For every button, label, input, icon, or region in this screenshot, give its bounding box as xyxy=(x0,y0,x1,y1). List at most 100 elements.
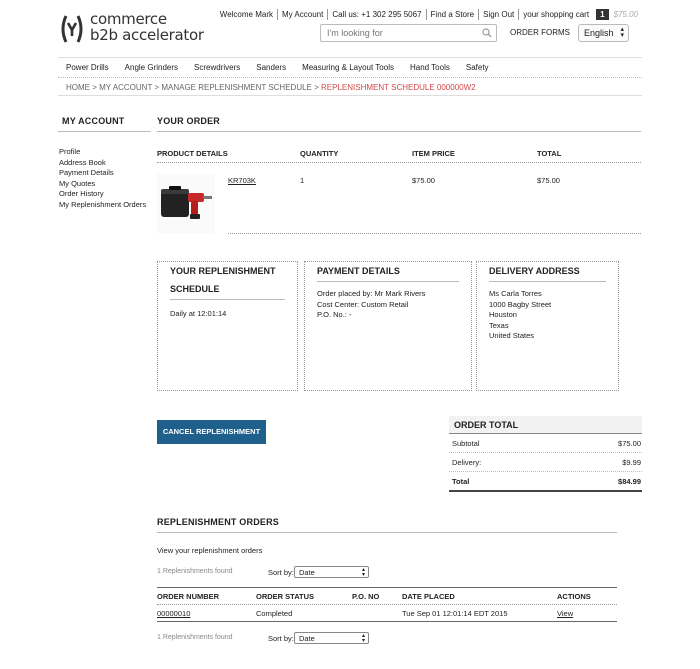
order-total-panel: ORDER TOTAL Subtotal $75.00 Delivery: $9… xyxy=(449,416,642,492)
search-input[interactable] xyxy=(327,26,477,40)
my-account-link[interactable]: My Account xyxy=(276,9,327,20)
breadcrumb-separator: > xyxy=(154,83,160,92)
order-forms-link[interactable]: ORDER FORMS xyxy=(510,28,570,37)
cart-total: $75.00 xyxy=(613,10,638,19)
select-arrows-icon: ▴ ▾ xyxy=(361,633,365,644)
language-value: English xyxy=(584,28,614,38)
subtotal-value: $75.00 xyxy=(618,438,641,448)
item-quantity: 1 xyxy=(300,176,305,185)
col-actions: ACTIONS xyxy=(557,592,591,601)
breadcrumb-home[interactable]: HOME xyxy=(66,83,90,92)
logo-icon xyxy=(61,15,83,43)
your-order-section: YOUR ORDER xyxy=(157,115,641,132)
delivery-address-box: DELIVERY ADDRESS Ms Carla Torres 1000 Ba… xyxy=(476,261,619,391)
sidebar-item-replenishment-orders[interactable]: My Replenishment Orders xyxy=(59,200,151,211)
product-image[interactable] xyxy=(157,174,215,233)
delivery-value: $9.99 xyxy=(622,457,641,467)
cancel-replenishment-button[interactable]: CANCEL REPLENISHMENT xyxy=(157,420,266,444)
col-date-placed: DATE PLACED xyxy=(402,592,455,601)
nav-item-sanders[interactable]: Sanders xyxy=(248,63,294,72)
sidebar-item-address-book[interactable]: Address Book xyxy=(59,158,151,169)
nav-item-measuring-layout-tools[interactable]: Measuring & Layout Tools xyxy=(294,63,402,72)
schedule-title-line2: SCHEDULE xyxy=(170,284,220,294)
category-nav: Power Drills Angle Grinders Screwdrivers… xyxy=(58,57,642,78)
find-store-link[interactable]: Find a Store xyxy=(425,9,479,20)
account-sidebar: MY ACCOUNT Profile Address Book Payment … xyxy=(58,115,151,210)
table-row: 00000010 Completed Tue Sep 01 12:01:14 E… xyxy=(157,605,617,622)
replenishment-orders-title: REPLENISHMENT ORDERS xyxy=(157,517,617,533)
breadcrumb-current: REPLENISHMENT SCHEDULE 000000W2 xyxy=(321,83,476,92)
delivery-line: Texas xyxy=(489,320,509,330)
language-select[interactable]: English ▴ ▾ xyxy=(578,24,629,42)
welcome-text: Welcome Mark xyxy=(219,10,273,19)
delivery-label: Delivery: xyxy=(452,457,482,467)
order-number-link[interactable]: 00000010 xyxy=(157,609,190,618)
payment-details-box: PAYMENT DETAILS Order placed by: Mr Mark… xyxy=(304,261,472,391)
item-price: $75.00 xyxy=(412,176,435,185)
sidebar-title: MY ACCOUNT xyxy=(58,115,151,132)
cart-count-badge[interactable]: 1 xyxy=(596,9,609,20)
payment-body: Order placed by: Mr Mark Rivers Cost Cen… xyxy=(305,282,471,328)
top-links: Welcome Mark My Account Call us: +1 302 … xyxy=(216,9,638,20)
sidebar-item-payment-details[interactable]: Payment Details xyxy=(59,168,151,179)
nav-item-hand-tools[interactable]: Hand Tools xyxy=(402,63,458,72)
schedule-text: Daily at 12:01:14 xyxy=(170,309,227,318)
delivery-line: Ms Carla Torres xyxy=(489,289,542,298)
col-total: TOTAL xyxy=(537,149,562,158)
view-link[interactable]: View xyxy=(557,609,573,618)
search-box xyxy=(320,24,497,42)
order-date: Tue Sep 01 12:01:14 EDT 2015 xyxy=(402,609,508,618)
col-product-details: PRODUCT DETAILS xyxy=(157,149,228,158)
sort-select[interactable]: Date ▴ ▾ xyxy=(294,566,369,578)
delivery-row: Delivery: $9.99 xyxy=(449,453,642,472)
sort-value: Date xyxy=(299,568,315,577)
replenishment-table-header: ORDER NUMBER ORDER STATUS P.O. NO DATE P… xyxy=(157,587,617,605)
delivery-body: Ms Carla Torres 1000 Bagby Street Housto… xyxy=(477,282,618,349)
item-total: $75.00 xyxy=(537,176,560,185)
sort-value: Date xyxy=(299,634,315,643)
breadcrumb-separator: > xyxy=(314,83,319,92)
sidebar-item-profile[interactable]: Profile xyxy=(59,147,151,158)
col-item-price: ITEM PRICE xyxy=(412,149,455,158)
nav-item-safety[interactable]: Safety xyxy=(458,63,497,72)
payment-po: P.O. No.: - xyxy=(317,310,352,319)
total-row: Total $84.99 xyxy=(449,472,642,492)
sidebar-item-my-quotes[interactable]: My Quotes xyxy=(59,179,151,190)
sidebar-menu: Profile Address Book Payment Details My … xyxy=(58,147,151,210)
select-arrows-icon: ▴ ▾ xyxy=(620,26,624,39)
nav-item-screwdrivers[interactable]: Screwdrivers xyxy=(186,63,248,72)
delivery-line: Houston xyxy=(489,310,517,319)
payment-title: PAYMENT DETAILS xyxy=(317,262,459,282)
nav-item-power-drills[interactable]: Power Drills xyxy=(58,63,117,72)
col-order-number: ORDER NUMBER xyxy=(157,592,220,601)
breadcrumb-separator: > xyxy=(92,83,97,92)
sort-label: Sort by: xyxy=(268,568,294,577)
schedule-title: YOUR REPLENISHMENT SCHEDULE xyxy=(170,262,285,300)
results-count-bottom: 1 Replenishments found xyxy=(157,634,233,641)
total-value: $84.99 xyxy=(618,476,641,486)
total-label: Total xyxy=(452,476,470,486)
order-table-header: PRODUCT DETAILS QUANTITY ITEM PRICE TOTA… xyxy=(157,146,641,163)
product-code-link[interactable]: KR703K xyxy=(228,176,256,185)
sign-out-link[interactable]: Sign Out xyxy=(478,9,518,20)
subtotal-label: Subtotal xyxy=(452,438,480,448)
search-icon[interactable] xyxy=(482,28,492,38)
payment-cost-center: Cost Center: Custom Retail xyxy=(317,299,409,309)
schedule-title-line1: YOUR REPLENISHMENT xyxy=(170,266,276,276)
col-order-status: ORDER STATUS xyxy=(256,592,315,601)
order-total-title: ORDER TOTAL xyxy=(449,416,642,434)
breadcrumb-manage-schedule[interactable]: MANAGE REPLENISHMENT SCHEDULE xyxy=(161,83,312,92)
nav-item-angle-grinders[interactable]: Angle Grinders xyxy=(117,63,186,72)
col-po-no: P.O. NO xyxy=(352,592,380,601)
subtotal-row: Subtotal $75.00 xyxy=(449,434,642,453)
replenishment-schedule-box: YOUR REPLENISHMENT SCHEDULE Daily at 12:… xyxy=(157,261,298,391)
order-item-row: KR703K 1 $75.00 $75.00 xyxy=(228,175,641,234)
sidebar-item-order-history[interactable]: Order History xyxy=(59,189,151,200)
logo-text: commerce b2b accelerator xyxy=(90,11,204,43)
sort-select-bottom[interactable]: Date ▴ ▾ xyxy=(294,632,369,644)
shopping-cart-link[interactable]: your shopping cart xyxy=(518,9,593,20)
col-quantity: QUANTITY xyxy=(300,149,339,158)
order-status: Completed xyxy=(256,609,293,618)
breadcrumb-my-account[interactable]: MY ACCOUNT xyxy=(99,83,152,92)
replenishment-intro: View your replenishment orders xyxy=(157,546,263,555)
